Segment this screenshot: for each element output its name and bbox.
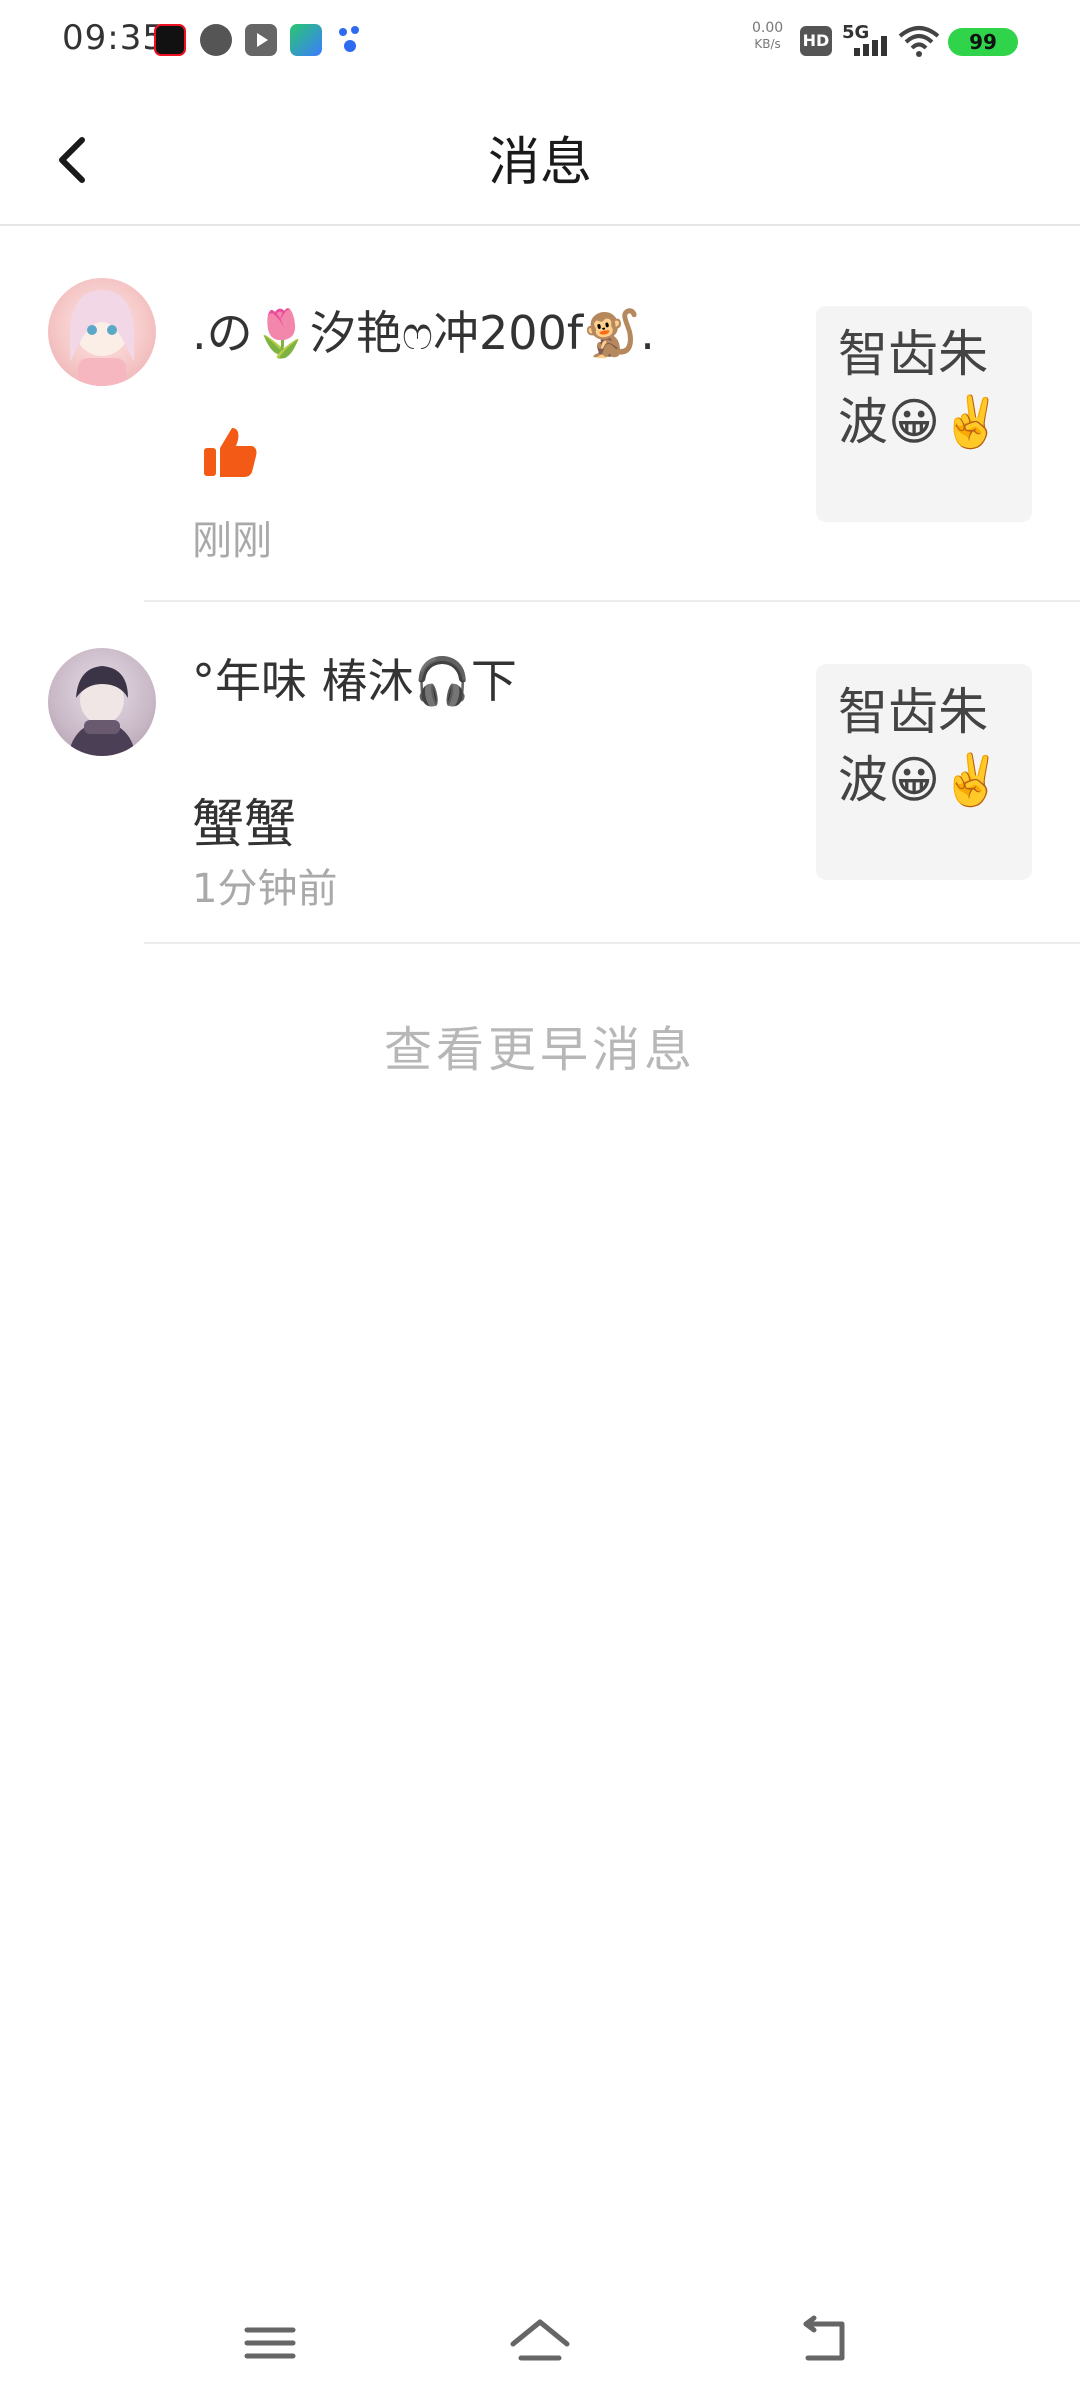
message-content: 蟹蟹 [192,795,297,855]
post-preview[interactable]: 智齿朱波😀✌️ [816,664,1032,880]
avatar[interactable] [48,648,156,756]
divider [144,942,1080,944]
battery-indicator: 99 [948,28,1018,56]
wifi-icon [898,24,940,58]
status-time: 09:35 [62,18,165,58]
hd-badge: HD [800,26,832,56]
home-icon [510,2319,570,2361]
message-time: 刚刚 [192,518,272,564]
return-icon [803,2315,845,2361]
sender-name: .の🌷汐艳ෆ冲200f🐒. [192,306,655,360]
view-earlier-messages-button[interactable]: 查看更早消息 [0,1010,1080,1080]
back-nav-button[interactable] [790,2308,860,2378]
speed-app-icon [200,24,232,56]
signal-icon: 5G [840,22,890,58]
play-app-icon [245,24,277,56]
sender-name: °年味 椿沐🎧下 [192,654,517,708]
network-speed: 0.00 KB/s [752,20,784,51]
message-item[interactable]: °年味 椿沐🎧下 蟹蟹 1分钟前 智齿朱波😀✌️ [0,602,1080,942]
status-bar: 09:35 0.00 KB/s HD 5G 99 [0,0,1080,84]
message-item[interactable]: .の🌷汐艳ෆ冲200f🐒. 刚刚 智齿朱波😀✌️ [0,228,1080,600]
page-title: 消息 [487,133,592,193]
menu-icon [244,2327,296,2359]
home-button[interactable] [505,2308,575,2378]
thumbs-up-icon [200,422,260,482]
video-app-icon [154,24,186,56]
iqiyi-app-icon [290,24,322,56]
top-bar: 消息 [0,84,1080,226]
avatar[interactable] [48,278,156,386]
menu-button[interactable] [235,2308,305,2378]
message-time: 1分钟前 [192,866,338,912]
system-nav-bar [0,2278,1080,2408]
post-preview[interactable]: 智齿朱波😀✌️ [816,306,1032,522]
baidu-app-icon [336,24,364,56]
